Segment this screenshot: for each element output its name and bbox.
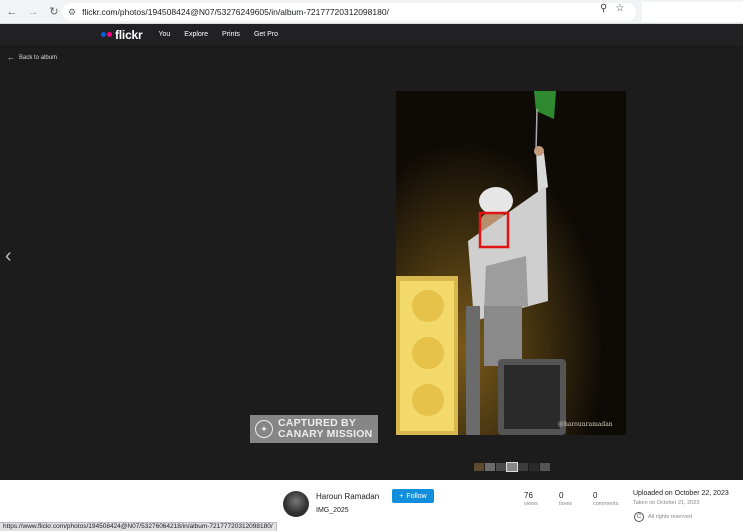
canary-logo-icon: ✦	[255, 420, 273, 438]
filmstrip-thumb[interactable]	[518, 463, 528, 471]
filmstrip-thumb[interactable]	[540, 463, 550, 471]
forward-arrow-icon[interactable]: →	[24, 3, 42, 21]
logo-text: flickr	[115, 27, 143, 42]
back-to-album-label: Back to album	[19, 54, 58, 61]
stamp-line-2: CANARY MISSION	[278, 428, 373, 440]
photo-illustration	[396, 91, 626, 435]
site-header: flickr You Explore Prints Get Pro	[0, 24, 743, 45]
faves-stat: 0 faves	[559, 491, 572, 507]
photo-title: IMG_2025	[316, 507, 349, 514]
zoom-icon[interactable]: ⚲	[600, 3, 607, 14]
main-nav: You Explore Prints Get Pro	[158, 31, 278, 38]
address-bar[interactable]: ⚙ flickr.com/photos/194508424@N07/532762…	[62, 3, 636, 21]
faves-count: 0	[559, 491, 564, 500]
follow-label: Follow	[406, 492, 427, 500]
filmstrip-thumb[interactable]	[474, 463, 484, 471]
nav-prints[interactable]: Prints	[222, 31, 240, 38]
site-settings-icon[interactable]: ⚙	[68, 7, 76, 18]
photo-watermark: @harounramadan	[558, 421, 613, 428]
comments-count: 0	[593, 491, 598, 500]
browser-profile-area	[642, 2, 743, 22]
views-count: 76	[524, 491, 533, 500]
back-to-album-link[interactable]: ← Back to album	[7, 53, 57, 62]
nav-get-pro[interactable]: Get Pro	[254, 31, 278, 38]
back-arrow-icon[interactable]: ←	[3, 3, 21, 21]
upload-date: Uploaded on October 22, 2023	[633, 490, 729, 497]
photo-viewer: ← Back to album ‹ @harounramadan ✦ CAPTU…	[0, 45, 743, 480]
owner-name[interactable]: Haroun Ramadan	[316, 492, 379, 501]
bookmark-star-icon[interactable]: ☆	[615, 3, 624, 14]
comments-label: comments	[593, 501, 619, 507]
filmstrip-thumb[interactable]	[506, 462, 518, 472]
main-photo[interactable]: @harounramadan	[396, 91, 626, 435]
flickr-logo[interactable]: flickr	[101, 27, 143, 42]
filmstrip-thumb[interactable]	[485, 463, 495, 471]
taken-date: Taken on October 21, 2023	[633, 500, 700, 506]
photo-filmstrip	[474, 462, 550, 472]
follow-button[interactable]: + Follow	[392, 489, 434, 503]
browser-toolbar: ← → ↻ ⚙ flickr.com/photos/194508424@N07/…	[0, 0, 743, 24]
license-info[interactable]: C All rights reserved	[634, 512, 692, 522]
license-label: All rights reserved	[648, 514, 693, 520]
faves-label: faves	[559, 501, 573, 507]
canary-mission-stamp: ✦ CAPTURED BY CANARY MISSION	[250, 415, 378, 443]
filmstrip-thumb[interactable]	[496, 463, 506, 471]
owner-avatar[interactable]	[283, 491, 309, 517]
filmstrip-thumb[interactable]	[529, 463, 539, 471]
previous-photo-chevron-icon[interactable]: ‹	[5, 245, 12, 268]
comments-stat: 0 comments	[593, 491, 618, 507]
views-label: views	[524, 501, 538, 507]
logo-pink-dot	[107, 32, 112, 37]
reload-icon[interactable]: ↻	[45, 3, 63, 21]
views-stat: 76 views	[524, 491, 538, 507]
nav-you[interactable]: You	[158, 31, 170, 38]
link-status-bar: https://www.flickr.com/photos/194508424@…	[0, 522, 277, 531]
plus-icon: +	[399, 492, 404, 500]
address-url: flickr.com/photos/194508424@N07/53276249…	[82, 7, 389, 17]
nav-explore[interactable]: Explore	[184, 31, 208, 38]
left-arrow-icon: ←	[7, 53, 15, 62]
logo-blue-dot	[101, 32, 106, 37]
copyright-icon: C	[634, 512, 644, 522]
